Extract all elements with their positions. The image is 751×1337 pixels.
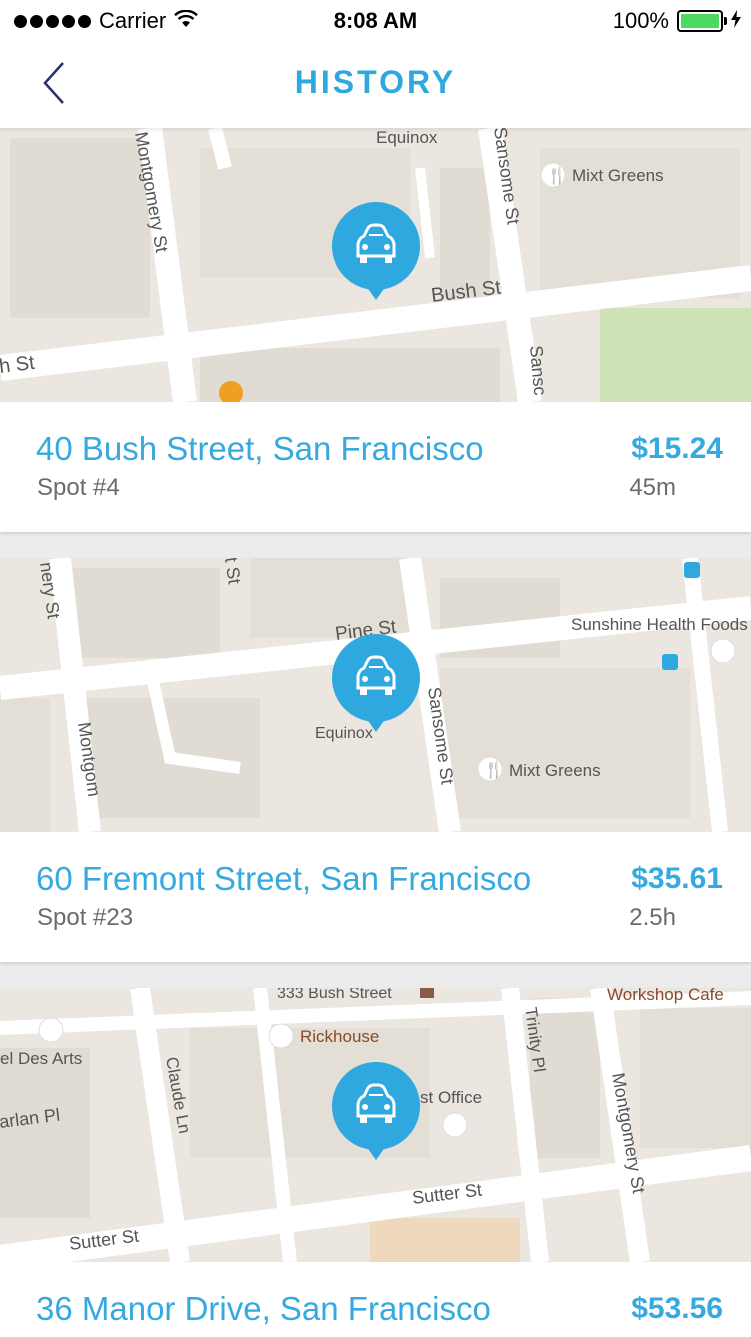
nav-bar: HISTORY [0, 40, 751, 128]
map-thumbnail: Equinox Montgomery St Sansome St 🍴 Mixt … [0, 128, 751, 402]
history-address: 60 Fremont Street, San Francisco [36, 860, 532, 897]
map-label: Workshop Cafe [607, 988, 724, 1004]
history-item-info: 60 Fremont Street, San Francisco Spot #2… [0, 832, 751, 962]
car-pin-icon [332, 1062, 420, 1162]
history-item[interactable]: 333 Bush Street Workshop Cafe el Des Art… [0, 988, 751, 1337]
map-label: st Office [420, 1088, 482, 1107]
history-address: 40 Bush Street, San Francisco [36, 430, 484, 467]
map-label: Mixt Greens [509, 761, 601, 780]
history-price: $53.56 [631, 1292, 723, 1325]
history-price: $35.61 [631, 862, 723, 895]
map-thumbnail: nery St t St Pine St Sunshine Health Foo… [0, 558, 751, 832]
battery-percent: 100% [612, 8, 669, 33]
history-duration: 2.5h [629, 904, 676, 931]
page-title: HISTORY [294, 64, 457, 100]
history-spot: Spot #4 [37, 474, 120, 501]
map-label: Mixt Greens [572, 166, 664, 185]
map-thumbnail: 333 Bush Street Workshop Cafe el Des Art… [0, 988, 751, 1262]
history-item[interactable]: Equinox Montgomery St Sansome St 🍴 Mixt … [0, 128, 751, 532]
status-bar: Carrier 8:08 AM 100% [0, 0, 751, 40]
map-label: Equinox [376, 128, 438, 147]
history-spot: Spot #23 [37, 904, 134, 931]
map-label: h St [0, 352, 36, 378]
battery-group: 100% [613, 8, 741, 34]
history-address: 36 Manor Drive, San Francisco [36, 1290, 491, 1327]
restaurant-icon: 🍴 [547, 166, 567, 185]
map-label: 333 Bush Street [277, 988, 392, 1002]
history-item-info: 40 Bush Street, San Francisco Spot #4 $1… [0, 402, 751, 532]
map-label: Rickhouse [300, 1027, 379, 1046]
restaurant-icon: 🍴 [484, 760, 504, 779]
map-label: el Des Arts [0, 1049, 82, 1068]
history-item[interactable]: nery St t St Pine St Sunshine Health Foo… [0, 558, 751, 962]
charging-icon [731, 8, 741, 34]
car-pin-icon [332, 202, 420, 302]
car-pin-icon [332, 634, 420, 734]
history-duration: 45m [629, 474, 676, 501]
history-item-info: 36 Manor Drive, San Francisco $53.56 [0, 1262, 751, 1337]
battery-icon [677, 10, 727, 32]
map-label: t St [221, 558, 245, 585]
map-label: Sunshine Health Foods [571, 615, 748, 634]
history-price: $15.24 [631, 432, 723, 465]
